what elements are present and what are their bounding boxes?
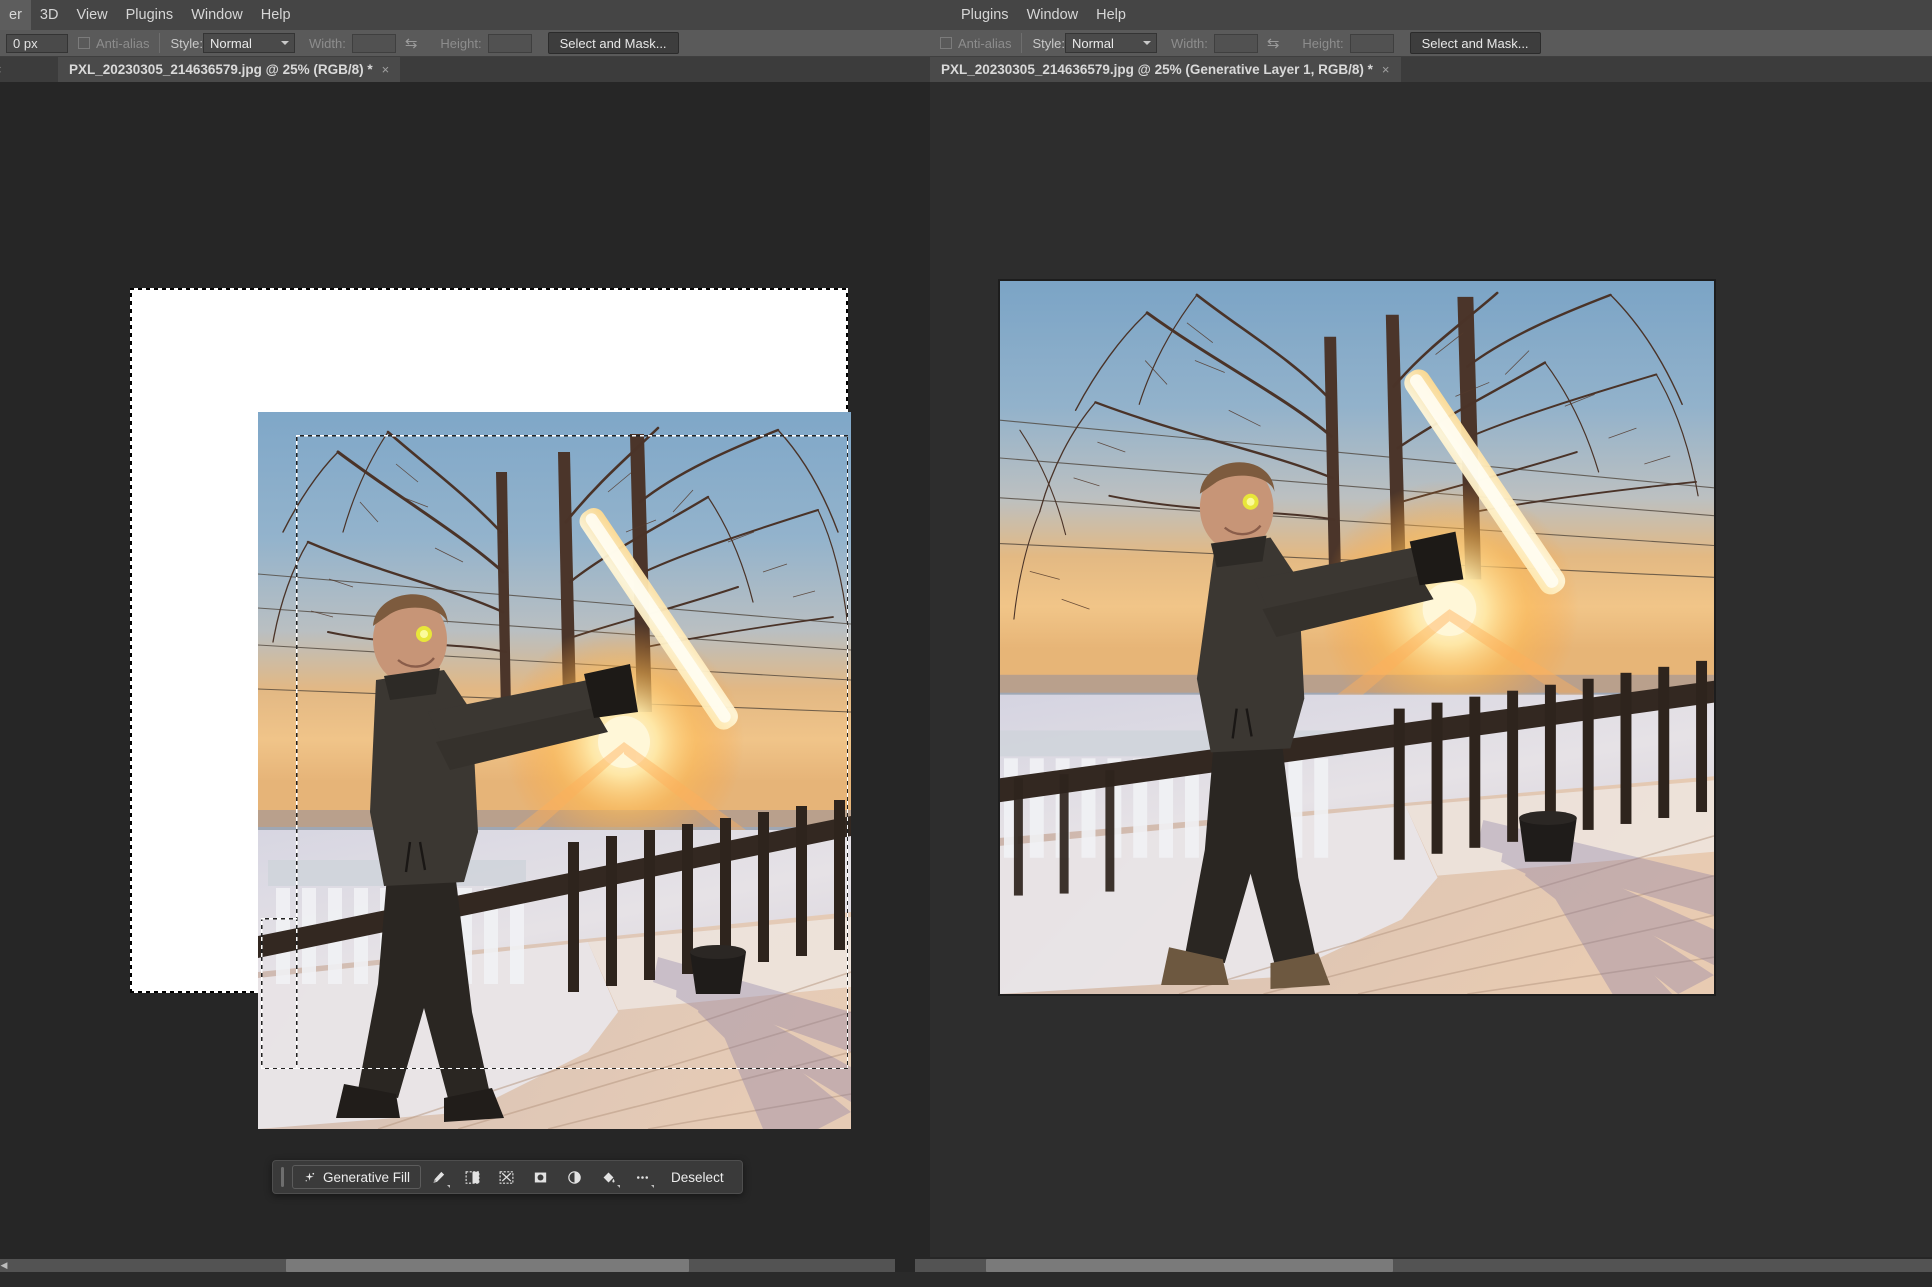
sparkle-icon	[305, 1172, 315, 1181]
select-subject-icon[interactable]	[425, 1165, 451, 1189]
photo-artwork-generated	[1000, 281, 1714, 994]
adjustment-layer-icon[interactable]	[561, 1165, 587, 1189]
options-bar-left: 0 px Anti-alias Style: Normal Width: ⇆ H…	[0, 30, 679, 56]
document-window-generative[interactable]: Add a prompt... ‹ › Generate	[930, 82, 1932, 1257]
canvas-area: Generative Fill Deselect	[0, 82, 1932, 1257]
height-input-right[interactable]	[1349, 33, 1394, 53]
menu-window-right[interactable]: Window	[1018, 0, 1088, 30]
horizontal-scrollbar-left[interactable]	[0, 1259, 895, 1272]
caret-icon	[617, 1185, 621, 1188]
scrollbar-thumb[interactable]	[986, 1259, 1393, 1272]
width-label: Width:	[308, 35, 346, 51]
style-label-right: Style:	[1032, 35, 1065, 51]
contextual-taskbar-left[interactable]: Generative Fill Deselect	[272, 1160, 743, 1194]
create-mask-icon[interactable]	[527, 1165, 553, 1189]
tab-document-generative[interactable]: PXL_20230305_214636579.jpg @ 25% (Genera…	[930, 57, 1401, 82]
generative-fill-button[interactable]: Generative Fill	[292, 1165, 422, 1189]
height-label-right: Height:	[1302, 35, 1344, 51]
caret-icon	[651, 1185, 655, 1188]
anti-alias-checkbox-group-right[interactable]: Anti-alias	[940, 36, 1011, 51]
menu-filter-truncated[interactable]: er	[0, 0, 31, 30]
height-input[interactable]	[487, 33, 532, 53]
generative-fill-label: Generative Fill	[323, 1169, 411, 1185]
anti-alias-checkbox[interactable]	[78, 37, 90, 49]
tool-options-bar: 0 px Anti-alias Style: Normal Width: ⇆ H…	[0, 30, 1932, 57]
caret-icon	[447, 1185, 451, 1188]
style-select-right[interactable]: Normal	[1064, 33, 1157, 53]
swap-dimensions-icon[interactable]: ⇆	[405, 36, 418, 51]
width-input-right[interactable]	[1213, 33, 1258, 53]
menu-window[interactable]: Window	[182, 0, 252, 30]
menu-plugins[interactable]: Plugins	[117, 0, 183, 30]
close-icon[interactable]: ×	[382, 62, 390, 77]
menu-plugins-right[interactable]: Plugins	[952, 0, 1018, 30]
close-icon[interactable]: ×	[0, 62, 2, 77]
tab-label: PXL_20230305_214636579.jpg @ 25% (Genera…	[941, 62, 1373, 77]
fill-selection-icon[interactable]	[595, 1165, 621, 1189]
anti-alias-checkbox-group[interactable]: Anti-alias	[78, 36, 149, 51]
deselect-button[interactable]: Deselect	[659, 1170, 736, 1185]
select-and-mask-button-right[interactable]: Select and Mask...	[1409, 32, 1541, 54]
width-label-right: Width:	[1170, 35, 1208, 51]
menu-bar-left-group: er 3D View Plugins Window Help	[0, 0, 300, 30]
style-select[interactable]: Normal	[202, 33, 295, 53]
chevron-down-icon	[280, 41, 289, 45]
tab-document-original[interactable]: PXL_20230305_214636579.jpg @ 25% (RGB/8)…	[58, 57, 401, 82]
menu-bar-right-group: Plugins Window Help	[952, 0, 1135, 30]
horizontal-scrollbar-right[interactable]	[915, 1259, 1932, 1272]
anti-alias-checkbox-right[interactable]	[940, 37, 952, 49]
document-window-original[interactable]: Generative Fill Deselect	[0, 82, 930, 1257]
scrollbar-thumb[interactable]	[286, 1259, 690, 1272]
style-label: Style:	[170, 35, 203, 51]
photoshop-window: er 3D View Plugins Window Help Plugins W…	[0, 0, 1932, 1287]
width-input[interactable]	[351, 33, 396, 53]
tab-spacer	[740, 57, 930, 82]
menu-help-right[interactable]: Help	[1087, 0, 1135, 30]
scroll-left-arrow-icon[interactable]: ◀	[0, 1259, 8, 1272]
style-select-value-right: Normal	[1071, 35, 1114, 51]
photo-original[interactable]	[258, 412, 851, 1129]
menu-view[interactable]: View	[67, 0, 116, 30]
anti-alias-label: Anti-alias	[96, 35, 150, 51]
feather-input[interactable]: 0 px	[6, 33, 68, 53]
anti-alias-label-right: Anti-alias	[958, 35, 1012, 51]
photo-artwork	[258, 412, 851, 1129]
options-divider-1	[159, 33, 161, 53]
menu-bar: er 3D View Plugins Window Help Plugins W…	[0, 0, 1932, 30]
tab-label: PXL_20230305_214636579.jpg @ 25% (RGB/8)…	[69, 62, 373, 77]
invert-selection-icon[interactable]	[493, 1165, 519, 1189]
style-select-value: Normal	[209, 35, 252, 51]
more-options-icon[interactable]	[629, 1165, 655, 1189]
close-icon[interactable]: ×	[1382, 62, 1390, 77]
options-bar-right: Anti-alias Style: Normal Width: ⇆ Height…	[930, 30, 1541, 56]
drag-handle[interactable]	[281, 1167, 284, 1187]
select-and-mask-icon[interactable]	[459, 1165, 485, 1189]
swap-dimensions-icon-right[interactable]: ⇆	[1267, 36, 1280, 51]
height-label: Height:	[440, 35, 482, 51]
document-tab-bar: RGB/8) * × PXL_20230305_214636579.jpg @ …	[0, 57, 1932, 82]
tab-partially-scrolled[interactable]: RGB/8) * ×	[0, 57, 55, 82]
chevron-down-icon-right	[1142, 41, 1151, 45]
options-divider-2	[1021, 33, 1023, 53]
photo-generated[interactable]	[998, 279, 1716, 996]
menu-help[interactable]: Help	[252, 0, 300, 30]
select-and-mask-button[interactable]: Select and Mask...	[547, 32, 679, 54]
menu-3d[interactable]: 3D	[31, 0, 68, 30]
bottom-strip	[0, 1272, 1932, 1287]
